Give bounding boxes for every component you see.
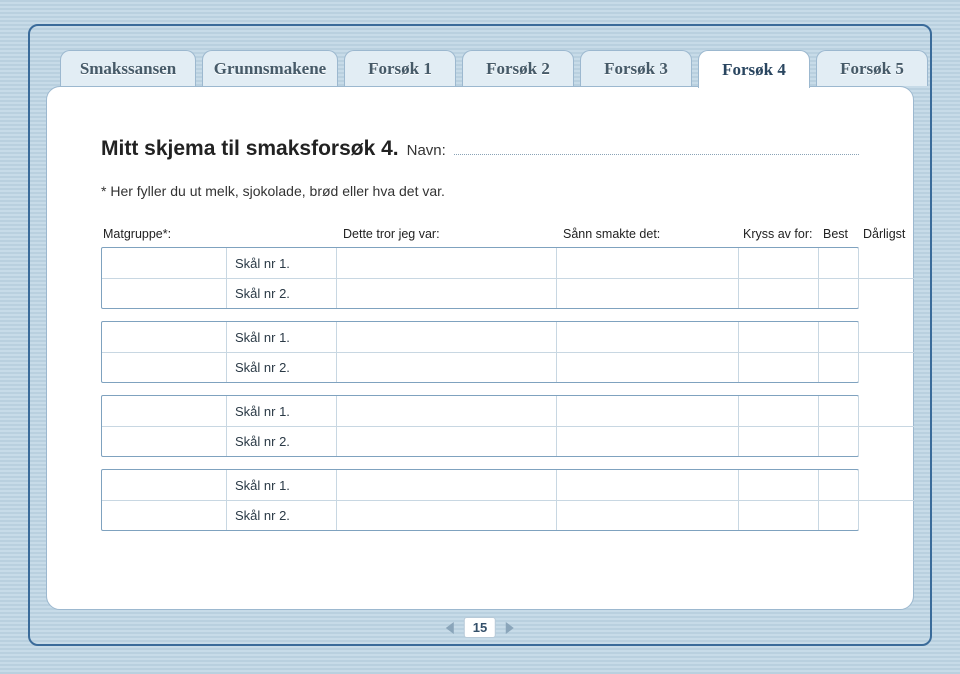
cell-kryss-spacer	[738, 426, 818, 456]
cell-sann[interactable]	[556, 278, 738, 308]
cell-darligst[interactable]	[858, 426, 914, 456]
col-best: Best	[823, 227, 863, 241]
cell-matgruppe[interactable]	[102, 500, 226, 530]
cell-matgruppe[interactable]	[102, 426, 226, 456]
name-label: Navn:	[407, 142, 446, 159]
cell-kryss-spacer	[738, 396, 818, 426]
page-title: Mitt skjema til smaksforsøk 4.	[101, 137, 399, 161]
cell-skal: Skål nr 2.	[226, 426, 336, 456]
col-darligst: Dårligst	[863, 227, 919, 241]
cell-best[interactable]	[818, 248, 858, 278]
table-row: Skål nr 2.	[102, 278, 858, 308]
cell-sann[interactable]	[556, 248, 738, 278]
cell-darligst[interactable]	[858, 470, 914, 500]
cell-dette[interactable]	[336, 500, 556, 530]
table-row: Skål nr 1.	[102, 470, 858, 500]
tab-forsøk-5[interactable]: Forsøk 5	[816, 50, 928, 86]
table-row: Skål nr 2.	[102, 352, 858, 382]
col-matgruppe: Matgruppe*:	[103, 227, 233, 241]
next-page-icon[interactable]	[506, 622, 514, 634]
cell-sann[interactable]	[556, 470, 738, 500]
cell-best[interactable]	[818, 322, 858, 352]
cell-dette[interactable]	[336, 278, 556, 308]
cell-kryss-spacer	[738, 248, 818, 278]
tab-forsøk-1[interactable]: Forsøk 1	[344, 50, 456, 86]
col-sann: Sånn smakte det:	[563, 227, 743, 241]
cell-skal: Skål nr 1.	[226, 248, 336, 278]
cell-sann[interactable]	[556, 352, 738, 382]
cell-best[interactable]	[818, 352, 858, 382]
cell-dette[interactable]	[336, 426, 556, 456]
cell-skal: Skål nr 1.	[226, 470, 336, 500]
cell-dette[interactable]	[336, 322, 556, 352]
cell-skal: Skål nr 2.	[226, 352, 336, 382]
table-row: Skål nr 1.	[102, 396, 858, 426]
table-row: Skål nr 1.	[102, 248, 858, 278]
cell-darligst[interactable]	[858, 278, 914, 308]
cell-best[interactable]	[818, 470, 858, 500]
cell-darligst[interactable]	[858, 500, 914, 530]
cell-skal: Skål nr 1.	[226, 322, 336, 352]
cell-dette[interactable]	[336, 396, 556, 426]
footnote: * Her fyller du ut melk, sjokolade, brød…	[101, 183, 859, 199]
cell-kryss-spacer	[738, 352, 818, 382]
table-group: Skål nr 1.Skål nr 2.	[101, 395, 859, 457]
tab-grunnsmakene[interactable]: Grunnsmakene	[202, 50, 338, 86]
prev-page-icon[interactable]	[446, 622, 454, 634]
cell-kryss-spacer	[738, 500, 818, 530]
cell-darligst[interactable]	[858, 248, 914, 278]
name-input-line[interactable]	[454, 141, 859, 155]
tab-bar: SmakssansenGrunnsmakeneForsøk 1Forsøk 2F…	[60, 50, 928, 88]
tab-smakssansen[interactable]: Smakssansen	[60, 50, 196, 86]
cell-matgruppe[interactable]	[102, 396, 226, 426]
cell-kryss-spacer	[738, 322, 818, 352]
cell-matgruppe[interactable]	[102, 470, 226, 500]
cell-sann[interactable]	[556, 396, 738, 426]
cell-darligst[interactable]	[858, 396, 914, 426]
content-panel: Mitt skjema til smaksforsøk 4. Navn: * H…	[46, 86, 914, 610]
page-number: 15	[464, 617, 496, 638]
table-group: Skål nr 1.Skål nr 2.	[101, 321, 859, 383]
cell-skal: Skål nr 1.	[226, 396, 336, 426]
table-group: Skål nr 1.Skål nr 2.	[101, 469, 859, 531]
cell-darligst[interactable]	[858, 322, 914, 352]
cell-dette[interactable]	[336, 248, 556, 278]
cell-kryss-spacer	[738, 470, 818, 500]
cell-dette[interactable]	[336, 352, 556, 382]
cell-matgruppe[interactable]	[102, 352, 226, 382]
cell-darligst[interactable]	[858, 352, 914, 382]
cell-best[interactable]	[818, 278, 858, 308]
col-kryss: Kryss av for:	[743, 227, 823, 241]
cell-skal: Skål nr 2.	[226, 278, 336, 308]
cell-kryss-spacer	[738, 278, 818, 308]
tab-forsøk-3[interactable]: Forsøk 3	[580, 50, 692, 86]
cell-matgruppe[interactable]	[102, 248, 226, 278]
table-row: Skål nr 2.	[102, 426, 858, 456]
tab-forsøk-2[interactable]: Forsøk 2	[462, 50, 574, 86]
cell-best[interactable]	[818, 396, 858, 426]
table-group: Skål nr 1.Skål nr 2.	[101, 247, 859, 309]
col-dette: Dette tror jeg var:	[343, 227, 563, 241]
pager: 15	[446, 617, 514, 638]
cell-best[interactable]	[818, 500, 858, 530]
table-row: Skål nr 1.	[102, 322, 858, 352]
table-groups: Skål nr 1.Skål nr 2.Skål nr 1.Skål nr 2.…	[101, 247, 859, 531]
title-line: Mitt skjema til smaksforsøk 4. Navn:	[101, 137, 859, 161]
cell-sann[interactable]	[556, 322, 738, 352]
tab-forsøk-4[interactable]: Forsøk 4	[698, 50, 810, 88]
table-row: Skål nr 2.	[102, 500, 858, 530]
cell-skal: Skål nr 2.	[226, 500, 336, 530]
column-headers: Matgruppe*: Dette tror jeg var: Sånn sma…	[101, 227, 859, 247]
cell-dette[interactable]	[336, 470, 556, 500]
cell-best[interactable]	[818, 426, 858, 456]
cell-sann[interactable]	[556, 500, 738, 530]
cell-matgruppe[interactable]	[102, 322, 226, 352]
cell-sann[interactable]	[556, 426, 738, 456]
cell-matgruppe[interactable]	[102, 278, 226, 308]
